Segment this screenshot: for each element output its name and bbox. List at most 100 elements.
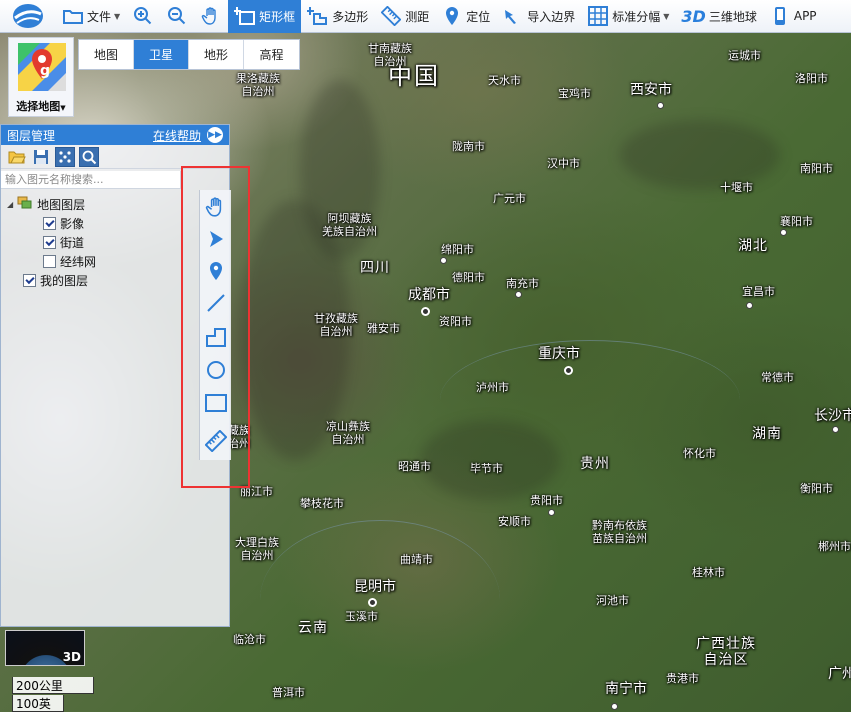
import-arrow-icon bbox=[502, 5, 524, 27]
zoom-out-button[interactable] bbox=[160, 0, 194, 33]
label-zhaotong: 昭通市 bbox=[398, 460, 431, 473]
hand-icon bbox=[205, 197, 222, 217]
globe-3d-button[interactable]: 3D 三维地球 bbox=[675, 0, 762, 33]
label-panzhihua: 攀枝花市 bbox=[300, 497, 344, 510]
graticule-label: 经纬网 bbox=[60, 254, 97, 269]
draw-select-button[interactable] bbox=[203, 226, 229, 252]
my-layers-checkbox[interactable] bbox=[23, 273, 36, 287]
label-yichang: 宜昌市 bbox=[742, 285, 775, 298]
label-yuncheng: 运城市 bbox=[728, 49, 761, 62]
label-changde: 常德市 bbox=[761, 371, 794, 384]
standard-sheet-menu[interactable]: 标准分幅 ▼ bbox=[581, 0, 675, 33]
tree-node-streets[interactable]: 街道 bbox=[43, 233, 84, 251]
label-guangxi: 广西壮族 自治区 bbox=[696, 636, 756, 668]
layers-icon bbox=[17, 196, 33, 213]
draw-rectangle-button[interactable] bbox=[203, 390, 229, 416]
label-nanchong: 南充市 bbox=[506, 277, 539, 290]
label-huaihua: 怀化市 bbox=[683, 447, 716, 460]
draw-point-button[interactable] bbox=[203, 258, 229, 284]
label-lijiang: 丽江市 bbox=[240, 485, 273, 498]
label-liangshan: 凉山彝族 自治州 bbox=[326, 420, 370, 446]
tree-node-map-layers[interactable]: ◢ 地图图层 bbox=[7, 195, 85, 213]
label-baoji: 宝鸡市 bbox=[558, 87, 591, 100]
locate-button[interactable]: 定位 bbox=[435, 0, 496, 33]
zoom-out-icon bbox=[166, 5, 188, 27]
app-logo bbox=[0, 0, 56, 33]
tree-node-my-layers[interactable]: 我的图层 bbox=[23, 271, 88, 289]
label-shiyan: 十堰市 bbox=[720, 181, 753, 194]
rect-select-button[interactable]: 矩形框 bbox=[228, 0, 302, 33]
chevron-down-icon: ▼ bbox=[663, 11, 670, 21]
label-sichuan: 四川 bbox=[360, 260, 390, 276]
rectangle-icon bbox=[205, 394, 227, 412]
map-pin-icon bbox=[441, 5, 463, 27]
rect-select-label: 矩形框 bbox=[259, 9, 296, 24]
tree-node-graticule[interactable]: 经纬网 bbox=[43, 252, 96, 270]
label-guangyuan: 广元市 bbox=[493, 192, 526, 205]
map-type-satellite[interactable]: 卫星 bbox=[134, 40, 189, 69]
label-qiannan: 黔南布依族 苗族自治州 bbox=[592, 519, 647, 545]
globe-minimap[interactable]: 3D bbox=[5, 630, 85, 666]
draw-pan-button[interactable] bbox=[203, 194, 229, 220]
map-type-map[interactable]: 地图 bbox=[79, 40, 134, 69]
draw-polygon-button[interactable] bbox=[203, 324, 229, 350]
draw-circle-button[interactable] bbox=[203, 357, 229, 383]
graticule-checkbox[interactable] bbox=[43, 254, 56, 268]
label-lincang: 临沧市 bbox=[233, 633, 266, 646]
measure-button[interactable]: 测距 bbox=[374, 0, 435, 33]
label-guangzhou: 广州 bbox=[828, 666, 851, 682]
draw-measure-button[interactable] bbox=[203, 428, 229, 454]
label-gannan: 甘南藏族 自治州 bbox=[368, 42, 412, 68]
circle-icon bbox=[207, 361, 225, 379]
expand-triangle-icon[interactable]: ◢ bbox=[7, 200, 13, 209]
label-anshun: 安顺市 bbox=[498, 515, 531, 528]
tree-node-imagery[interactable]: 影像 bbox=[43, 214, 84, 232]
label-yuxi: 玉溪市 bbox=[345, 610, 378, 623]
ruler-icon bbox=[205, 430, 227, 452]
streets-checkbox[interactable] bbox=[43, 235, 56, 249]
label-aba: 阿坝藏族 羌族自治州 bbox=[322, 212, 377, 238]
zoom-in-icon bbox=[132, 5, 154, 27]
map-selector[interactable]: g 选择地图▼ bbox=[8, 37, 74, 117]
globe-3d-label: 三维地球 bbox=[708, 9, 757, 24]
map-type-elevation[interactable]: 高程 bbox=[244, 40, 299, 69]
label-yaan: 雅安市 bbox=[367, 322, 400, 335]
online-help-link[interactable]: 在线帮助 bbox=[153, 127, 201, 144]
app-button[interactable]: APP bbox=[763, 0, 823, 33]
polygon-label: 多边形 bbox=[332, 9, 369, 24]
label-tianshui: 天水市 bbox=[488, 74, 521, 87]
layer-panel-tools bbox=[1, 145, 229, 169]
label-yunnan: 云南 bbox=[298, 620, 328, 636]
pan-button[interactable] bbox=[194, 0, 228, 33]
label-guiyang: 贵阳市 bbox=[530, 494, 563, 507]
map-selector-label: 选择地图▼ bbox=[16, 100, 66, 113]
app-label: APP bbox=[793, 9, 817, 23]
layer-search-input[interactable]: 输入图元名称搜索... bbox=[1, 171, 181, 189]
polygon-button[interactable]: 多边形 bbox=[301, 0, 374, 33]
label-hubei: 湖北 bbox=[738, 238, 768, 254]
label-xian: 西安市 bbox=[630, 82, 672, 98]
label-guoluo: 果洛藏族 自治州 bbox=[236, 72, 280, 98]
node-select-icon[interactable] bbox=[55, 146, 75, 167]
main-toolbar: 文件 ▼ 矩形框 多边形 测距 定位 导入边界 标准分幅 ▼ 3D 三维地球 A bbox=[0, 0, 851, 33]
label-hanzhong: 汉中市 bbox=[547, 157, 580, 170]
tree-node-map-layers-label: 地图图层 bbox=[37, 197, 86, 212]
search-icon[interactable] bbox=[79, 146, 99, 167]
open-folder-icon[interactable] bbox=[7, 147, 27, 167]
label-dali: 大理白族 自治州 bbox=[235, 536, 279, 562]
draw-line-button[interactable] bbox=[203, 290, 229, 316]
cursor-arrow-icon bbox=[210, 231, 223, 247]
zoom-in-button[interactable] bbox=[126, 0, 160, 33]
google-maps-icon: g bbox=[18, 43, 66, 91]
label-puer: 普洱市 bbox=[272, 686, 305, 699]
layer-panel: 图层管理 在线帮助 ▶▶ 输入图元名称搜索... ◢ 地图图层 影像 街道 经纬… bbox=[0, 124, 230, 627]
file-menu[interactable]: 文件 ▼ bbox=[56, 0, 126, 33]
map-type-terrain[interactable]: 地形 bbox=[189, 40, 244, 69]
save-icon[interactable] bbox=[31, 147, 51, 167]
grid-icon bbox=[587, 5, 609, 27]
import-border-button[interactable]: 导入边界 bbox=[496, 0, 581, 33]
label-guizhou: 贵州 bbox=[580, 456, 610, 472]
label-nanning: 南宁市 bbox=[605, 681, 647, 697]
collapse-panel-icon[interactable]: ▶▶ bbox=[207, 127, 223, 143]
imagery-checkbox[interactable] bbox=[43, 216, 56, 230]
